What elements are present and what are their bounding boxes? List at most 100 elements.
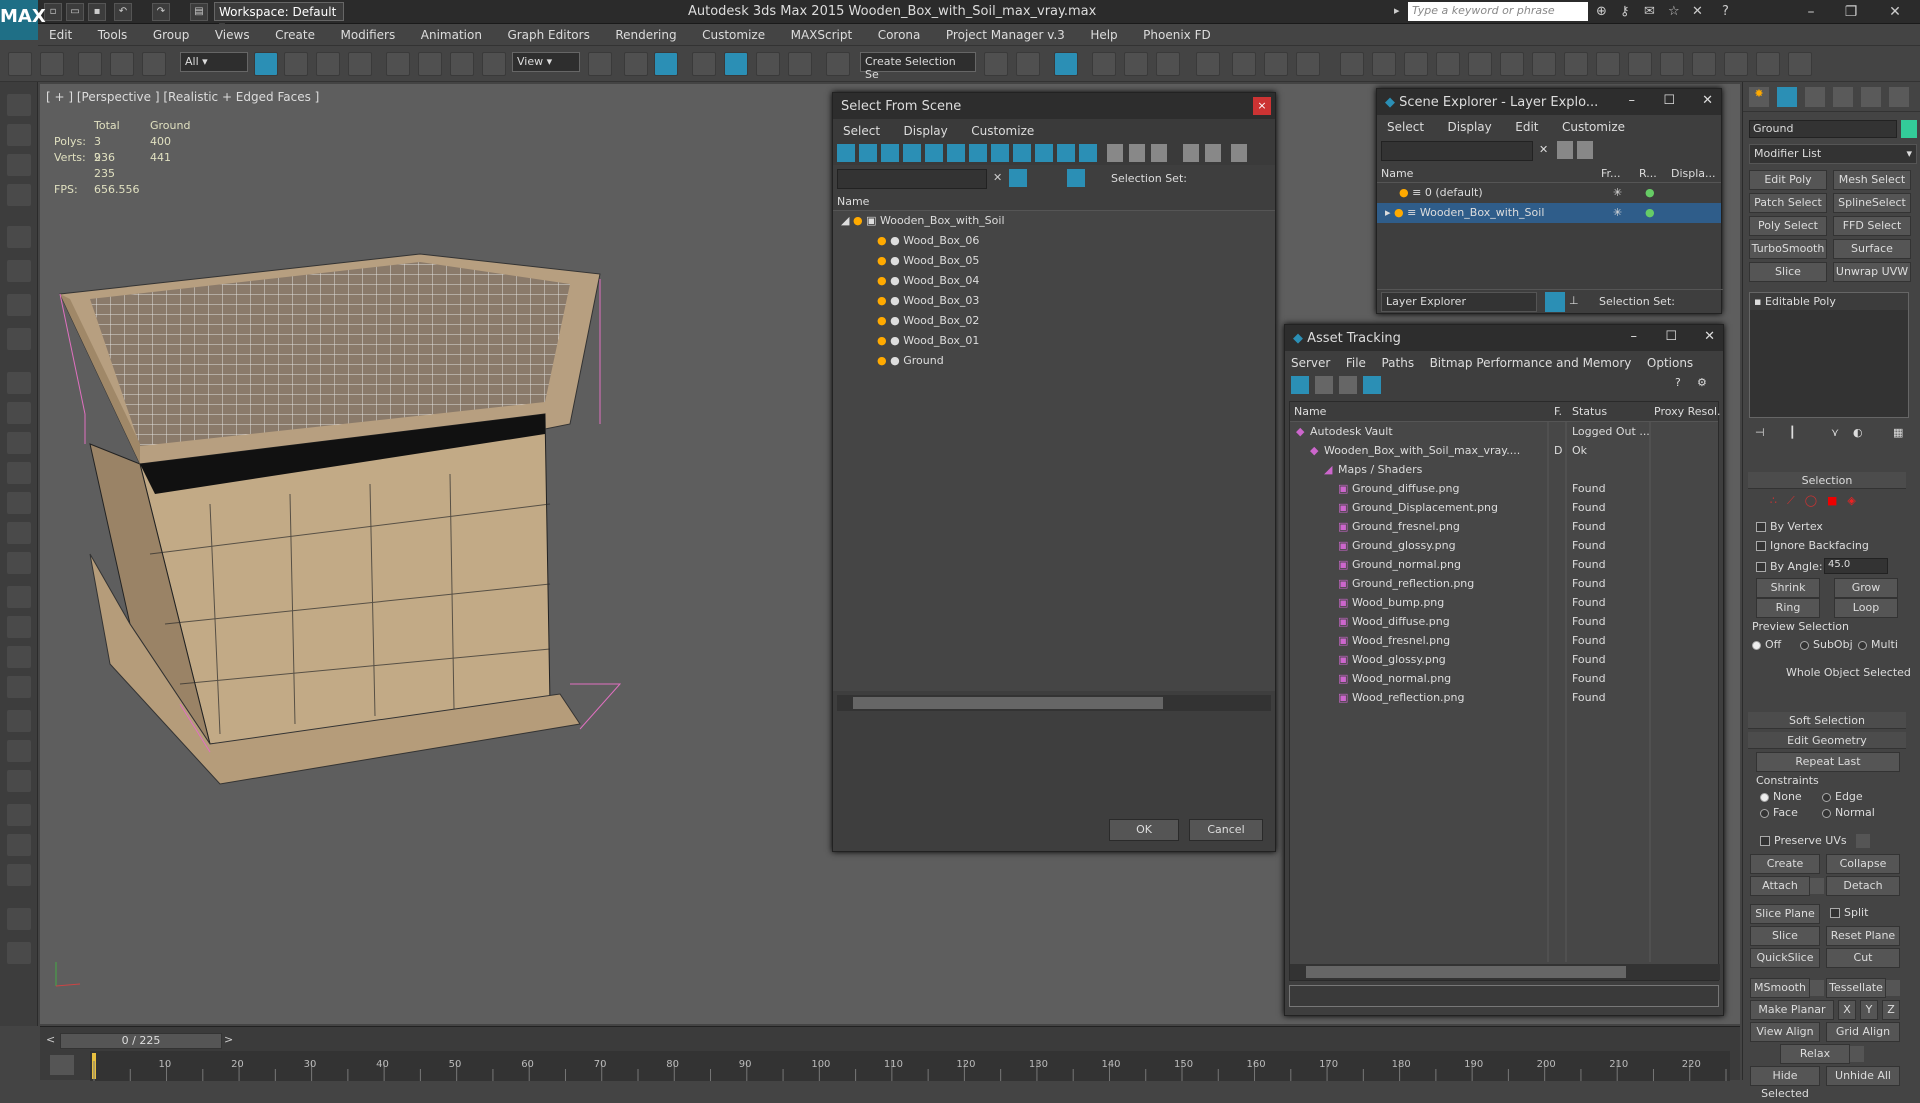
modifier-button-edit-poly[interactable]: Edit Poly xyxy=(1749,170,1827,190)
modifier-button-turbosmooth[interactable]: TurboSmooth xyxy=(1749,239,1827,259)
modify-tab-icon[interactable] xyxy=(1777,87,1797,107)
foliage-icon[interactable] xyxy=(7,710,31,732)
hair-icon[interactable] xyxy=(7,770,31,792)
by-vertex-option[interactable]: By Vertex xyxy=(1756,520,1823,533)
select-manipulate-icon[interactable] xyxy=(624,52,648,76)
slice-plane-button[interactable]: Slice Plane xyxy=(1750,904,1820,924)
time-slider-next-icon[interactable]: > xyxy=(224,1033,238,1049)
vray-ies-light-icon[interactable] xyxy=(1692,52,1716,76)
placement-icon[interactable] xyxy=(482,52,506,76)
helper-icon[interactable] xyxy=(7,294,31,316)
sfs-menu-select[interactable]: Select xyxy=(833,119,890,138)
motion-tab-icon[interactable] xyxy=(1833,87,1853,107)
search-dropdown-icon[interactable]: ▸ xyxy=(1394,4,1400,17)
at-col-name[interactable]: Name xyxy=(1294,405,1326,418)
vray-camera-icon[interactable] xyxy=(1532,52,1556,76)
attach-button[interactable]: Attach xyxy=(1750,876,1810,896)
layer-explorer-dropdown[interactable]: Layer Explorer xyxy=(1381,292,1537,312)
light-bulb-icon[interactable]: ● xyxy=(1394,206,1404,219)
spinner-snap-icon[interactable] xyxy=(788,52,812,76)
reference-coordinate-dropdown[interactable]: View ▾ xyxy=(512,52,580,72)
spacewarp-icon[interactable] xyxy=(7,328,31,350)
detach-button[interactable]: Detach xyxy=(1826,876,1900,896)
filter-icon[interactable] xyxy=(1557,141,1573,159)
undo-icon[interactable] xyxy=(8,52,32,76)
sphere-primitive-icon[interactable] xyxy=(7,402,31,424)
at-col-status[interactable]: Status xyxy=(1572,405,1607,418)
environment-icon[interactable] xyxy=(7,804,31,826)
search-input[interactable]: Type a keyword or phrase xyxy=(1408,2,1588,21)
menu-tools[interactable]: Tools xyxy=(87,24,139,42)
communication-icon[interactable]: ✉ xyxy=(1644,4,1655,19)
open-file-icon[interactable]: ▭ xyxy=(66,3,84,21)
list-view-icon[interactable] xyxy=(1315,376,1333,394)
help-icon[interactable]: ? xyxy=(1722,4,1729,19)
shrink-button[interactable]: Shrink xyxy=(1756,578,1820,598)
constraint-normal-radio[interactable]: Normal xyxy=(1822,806,1875,819)
schematic-view-icon[interactable] xyxy=(1124,52,1148,76)
constraint-none-radio[interactable]: None xyxy=(1760,790,1802,803)
ok-button[interactable]: OK xyxy=(1109,819,1179,841)
se-col-display[interactable]: Displa... xyxy=(1671,167,1716,180)
relax-settings-icon[interactable] xyxy=(1850,1046,1864,1062)
viewport-label[interactable]: [ + ] [Perspective ] [Realistic + Edged … xyxy=(46,90,319,104)
bind-spacewarp-icon[interactable] xyxy=(142,52,166,76)
redo-icon[interactable] xyxy=(40,52,64,76)
sfs-item-row[interactable]: ● ● Wood_Box_05 xyxy=(833,251,1275,271)
select-object-icon[interactable] xyxy=(254,52,278,76)
vray-render-icon[interactable] xyxy=(1660,52,1684,76)
render-teapot-icon[interactable]: ● xyxy=(1645,183,1655,203)
light-bulb-icon[interactable]: ● xyxy=(853,214,863,227)
subscription-key-icon[interactable]: ⚷ xyxy=(1620,4,1630,19)
view-align-button[interactable]: View Align xyxy=(1750,1022,1820,1042)
vray-plane-icon[interactable] xyxy=(1468,52,1492,76)
close-icon[interactable]: ✕ xyxy=(1702,93,1713,108)
se-layer-row[interactable]: ● ≡ 0 (default) ✳ ● xyxy=(1377,183,1721,203)
remove-modifier-icon[interactable]: ◐ xyxy=(1853,426,1863,439)
edit-named-selection-icon[interactable] xyxy=(826,52,850,76)
curve-editor-icon[interactable] xyxy=(1092,52,1116,76)
menu-rendering[interactable]: Rendering xyxy=(604,24,687,42)
ignore-backfacing-option[interactable]: Ignore Backfacing xyxy=(1756,539,1869,552)
vray-fur-icon[interactable] xyxy=(1436,52,1460,76)
planar-y-button[interactable]: Y xyxy=(1860,1000,1878,1020)
menu-maxscript[interactable]: MAXScript xyxy=(780,24,864,42)
modifier-button-unwrap-uvw[interactable]: Unwrap UVW xyxy=(1833,262,1911,282)
selection-filter-dropdown[interactable]: All ▾ xyxy=(180,52,248,72)
menu-views[interactable]: Views xyxy=(204,24,261,42)
utilities-tab-icon[interactable] xyxy=(1889,87,1909,107)
menu-project-manager[interactable]: Project Manager v.3 xyxy=(935,24,1076,42)
se-menu-edit[interactable]: Edit xyxy=(1505,115,1548,134)
window-crossing-icon[interactable] xyxy=(348,52,372,76)
menu-graph-editors[interactable]: Graph Editors xyxy=(496,24,600,42)
maxscript-listener-icon[interactable] xyxy=(7,864,31,886)
tessellate-settings-icon[interactable] xyxy=(1886,980,1900,996)
preview-off-radio[interactable]: Off xyxy=(1752,638,1781,651)
vray-dome-light-icon[interactable] xyxy=(1724,52,1748,76)
tessellate-button[interactable]: Tessellate xyxy=(1826,978,1886,998)
rollout-selection[interactable]: Selection xyxy=(1748,472,1906,489)
at-path-field[interactable] xyxy=(1289,985,1719,1007)
filter-toggle-icon[interactable] xyxy=(1009,169,1027,187)
vray-proxy-icon[interactable] xyxy=(1404,52,1428,76)
preview-multi-radio[interactable]: Multi xyxy=(1858,638,1898,651)
menu-group[interactable]: Group xyxy=(142,24,201,42)
sfs-item-row[interactable]: ● ● Wood_Box_02 xyxy=(833,311,1275,331)
named-selection-set-dropdown[interactable]: Create Selection Se xyxy=(860,52,976,81)
time-slider[interactable]: 0 / 225 xyxy=(60,1033,222,1049)
snaps-toggle-icon[interactable] xyxy=(692,52,716,76)
selection-set-icon[interactable] xyxy=(1067,169,1085,187)
se-col-name[interactable]: Name xyxy=(1381,167,1413,180)
unhide-all-button[interactable]: Unhide All xyxy=(1826,1066,1900,1086)
rectangular-selection-icon[interactable] xyxy=(316,52,340,76)
modifier-button-patch-select[interactable]: Patch Select xyxy=(1749,193,1827,213)
object-color-swatch[interactable] xyxy=(1901,120,1917,138)
hierarchy-tab-icon[interactable] xyxy=(1805,87,1825,107)
modifier-button-splineselect[interactable]: SplineSelect xyxy=(1833,193,1911,213)
close-icon[interactable]: ✕ xyxy=(1880,2,1910,22)
ribbon-toggle-icon[interactable] xyxy=(1156,52,1180,76)
refresh-icon[interactable] xyxy=(1291,376,1309,394)
create-tab-icon[interactable]: ✸ xyxy=(1749,87,1769,107)
rollout-edit-geometry[interactable]: Edit Geometry xyxy=(1748,732,1906,749)
move-icon[interactable] xyxy=(386,52,410,76)
